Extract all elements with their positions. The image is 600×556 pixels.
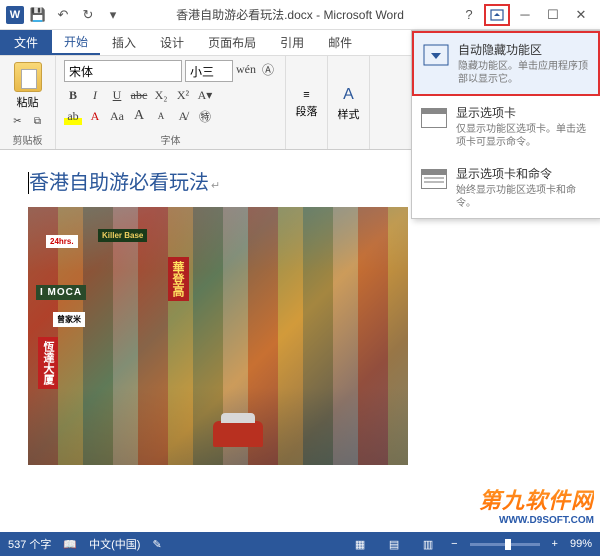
window-title: 香港自助游必看玩法.docx - Microsoft Word: [124, 6, 456, 23]
paste-button[interactable]: 粘贴: [12, 60, 44, 112]
minimize-button[interactable]: ─: [512, 4, 538, 26]
title-bar: W 💾 ↶ ↻ ▾ 香港自助游必看玩法.docx - Microsoft Wor…: [0, 0, 600, 30]
auto-hide-icon: [422, 41, 450, 69]
menu-item-desc: 始终显示功能区选项卡和命令。: [456, 184, 592, 210]
tab-design[interactable]: 设计: [148, 30, 196, 55]
paragraph-label: 段落: [296, 103, 318, 119]
menu-item-title: 显示选项卡和命令: [456, 165, 592, 182]
redo-button[interactable]: ↻: [77, 4, 99, 26]
grow-font-button[interactable]: A: [130, 107, 148, 125]
clipboard-group: 粘贴 ✂ ⧉ 剪贴板: [0, 56, 56, 149]
undo-button[interactable]: ↶: [52, 4, 74, 26]
menu-item-title: 显示选项卡: [456, 104, 592, 121]
superscript-button[interactable]: X²: [174, 86, 192, 104]
word-app-icon: W: [6, 6, 24, 24]
image-sign: 恆達大厦: [38, 337, 58, 389]
image-sign: 曾家米: [53, 312, 85, 327]
show-tabs-commands-icon: [420, 165, 448, 193]
language-status[interactable]: 中文(中国): [89, 536, 140, 552]
paragraph-button[interactable]: ≡ 段落: [296, 89, 318, 119]
zoom-slider[interactable]: [470, 543, 540, 546]
insert-mode-icon[interactable]: ✎: [152, 538, 161, 551]
maximize-button[interactable]: ☐: [540, 4, 566, 26]
paste-label: 粘贴: [17, 94, 39, 110]
image-sign: I MOCA: [36, 285, 86, 300]
shrink-font-button[interactable]: A: [152, 107, 170, 125]
enclose-char-button[interactable]: ㊕: [196, 107, 214, 125]
word-count[interactable]: 537 个字: [8, 536, 51, 552]
spell-check-icon[interactable]: 📖: [63, 538, 77, 551]
copy-button[interactable]: ⧉: [29, 112, 47, 130]
styles-icon: A: [343, 86, 354, 104]
quick-access-toolbar: W 💾 ↶ ↻ ▾: [0, 4, 124, 26]
watermark: 第九软件网 WWW.D9SOFT.COM: [479, 483, 594, 526]
ribbon: 粘贴 ✂ ⧉ 剪贴板 宋体 小三 wén Ⓐ B I U abc X₂ X² A…: [0, 56, 600, 150]
tab-mailings[interactable]: 邮件: [316, 30, 364, 55]
status-bar: 537 个字 📖 中文(中国) ✎ ▦ ▤ ▥ − + 99%: [0, 532, 600, 556]
watermark-url: WWW.D9SOFT.COM: [479, 515, 594, 526]
font-color-button[interactable]: A: [86, 107, 104, 125]
image-taxi: [213, 421, 263, 447]
font-name-combo[interactable]: 宋体: [64, 60, 182, 82]
font-size-combo[interactable]: 小三: [185, 60, 233, 82]
cut-button[interactable]: ✂: [9, 112, 27, 130]
image-sign: 華登高: [168, 257, 189, 301]
italic-button[interactable]: I: [86, 86, 104, 104]
qat-customize-button[interactable]: ▾: [102, 4, 124, 26]
menu-show-tabs-commands[interactable]: 显示选项卡和命令 始终显示功能区选项卡和命令。: [412, 157, 600, 218]
tab-references[interactable]: 引用: [268, 30, 316, 55]
web-layout-view[interactable]: ▥: [417, 535, 439, 553]
styles-label: 样式: [338, 106, 360, 122]
strikethrough-button[interactable]: abc: [130, 86, 148, 104]
menu-item-title: 自动隐藏功能区: [458, 41, 590, 58]
image-sign: 24hrs.: [46, 235, 78, 248]
paragraph-icon: ≡: [303, 89, 309, 101]
image-sign: Killer Base: [98, 229, 147, 242]
close-button[interactable]: ✕: [568, 4, 594, 26]
clipboard-group-label: 剪贴板: [13, 130, 43, 147]
underline-button[interactable]: U: [108, 86, 126, 104]
bold-button[interactable]: B: [64, 86, 82, 104]
ribbon-display-options-menu: 自动隐藏功能区 隐藏功能区。单击应用程序顶部以显示它。 显示选项卡 仅显示功能区…: [411, 30, 600, 219]
menu-auto-hide-ribbon[interactable]: 自动隐藏功能区 隐藏功能区。单击应用程序顶部以显示它。: [412, 31, 600, 96]
ribbon-display-icon: [490, 9, 504, 21]
phonetic-guide-button[interactable]: wén: [236, 60, 256, 78]
zoom-in-button[interactable]: +: [552, 538, 558, 550]
paste-icon: [14, 62, 42, 92]
styles-button[interactable]: A 样式: [338, 86, 360, 122]
menu-item-desc: 隐藏功能区。单击应用程序顶部以显示它。: [458, 60, 590, 86]
char-border-button[interactable]: Ⓐ: [259, 60, 277, 78]
save-button[interactable]: 💾: [27, 4, 49, 26]
text-effects-button[interactable]: A▾: [196, 86, 214, 104]
read-mode-view[interactable]: ▤: [383, 535, 405, 553]
tab-home[interactable]: 开始: [52, 30, 100, 55]
zoom-level[interactable]: 99%: [570, 538, 592, 550]
menu-item-desc: 仅显示功能区选项卡。单击选项卡可显示命令。: [456, 123, 592, 149]
tab-file[interactable]: 文件: [0, 30, 52, 55]
change-case-button[interactable]: Aa: [108, 107, 126, 125]
help-button[interactable]: ?: [456, 4, 482, 26]
show-tabs-icon: [420, 104, 448, 132]
paragraph-group: ≡ 段落: [286, 56, 328, 149]
document-image[interactable]: 24hrs. Killer Base I MOCA 曾家米 華登高 恆達大厦: [28, 207, 408, 465]
menu-show-tabs[interactable]: 显示选项卡 仅显示功能区选项卡。单击选项卡可显示命令。: [412, 96, 600, 157]
tab-layout[interactable]: 页面布局: [196, 30, 268, 55]
watermark-text: 第九软件网: [479, 483, 594, 515]
tab-insert[interactable]: 插入: [100, 30, 148, 55]
font-group: 宋体 小三 wén Ⓐ B I U abc X₂ X² A▾ ab A Aa A…: [56, 56, 286, 149]
styles-group: A 样式: [328, 56, 370, 149]
window-controls: ? ─ ☐ ✕: [456, 4, 600, 26]
highlight-button[interactable]: ab: [64, 107, 82, 125]
ribbon-display-options-button[interactable]: [484, 4, 510, 26]
print-layout-view[interactable]: ▦: [349, 535, 371, 553]
font-group-label: 字体: [64, 130, 277, 147]
clear-formatting-button[interactable]: A̸: [174, 107, 192, 125]
zoom-out-button[interactable]: −: [451, 538, 457, 550]
subscript-button[interactable]: X₂: [152, 86, 170, 104]
